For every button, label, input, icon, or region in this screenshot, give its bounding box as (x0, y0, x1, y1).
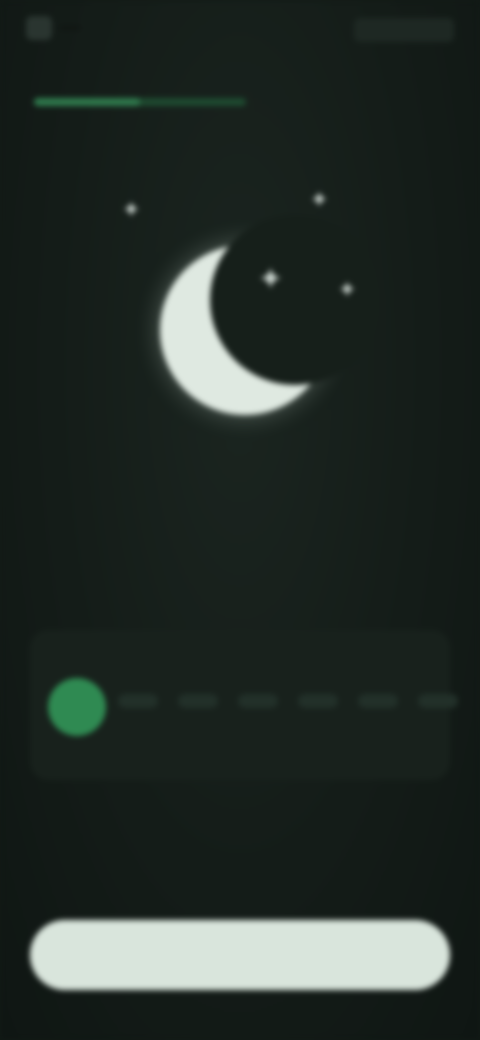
week-day-label (238, 646, 278, 670)
sparkle-icon: ✦ (122, 198, 141, 223)
week-day-dot (178, 694, 218, 708)
continue-button[interactable] (30, 920, 450, 990)
week-dots-row (118, 694, 458, 718)
onboarding-screen: ✦ ✦ ✦ ✦ (0, 0, 480, 1040)
week-day-dot (118, 694, 158, 708)
status-bar (0, 0, 480, 60)
sparkle-icon: ✦ (258, 262, 284, 297)
onboarding-progress-bar (34, 98, 246, 106)
week-tracker-card (30, 630, 458, 780)
week-day-label (178, 646, 218, 670)
week-day-label (358, 646, 398, 670)
status-left (26, 14, 136, 42)
week-day-label (298, 646, 338, 670)
today-marker (48, 678, 106, 736)
week-day-dot (238, 694, 278, 708)
week-day-label (418, 646, 458, 670)
status-time (60, 26, 80, 30)
sparkle-icon: ✦ (338, 278, 357, 303)
app-indicator-icon (26, 16, 52, 40)
progress-fill (34, 98, 140, 106)
sparkle-icon: ✦ (310, 188, 329, 213)
week-day-dot (358, 694, 398, 708)
week-day-label (118, 646, 158, 670)
week-days-row (118, 646, 458, 670)
week-day-dot (298, 694, 338, 708)
week-day-dot (418, 694, 458, 708)
sleep-illustration: ✦ ✦ ✦ ✦ (110, 180, 380, 440)
status-icons (354, 18, 454, 42)
